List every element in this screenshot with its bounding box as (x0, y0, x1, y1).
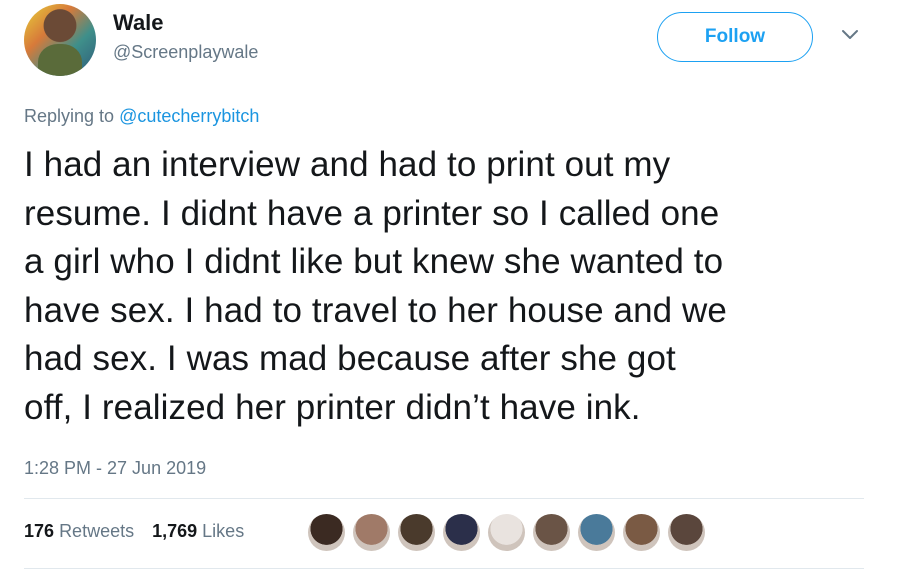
liker-avatar[interactable] (623, 514, 660, 551)
chevron-down-icon[interactable] (840, 28, 860, 42)
tweet-text-line: have sex. I had to travel to her house a… (24, 290, 727, 330)
liker-avatar[interactable] (533, 514, 570, 551)
liker-avatar[interactable] (578, 514, 615, 551)
likes-count: 1,769 (152, 521, 198, 541)
follow-button[interactable]: Follow (657, 12, 813, 62)
replying-to-label: Replying to (24, 106, 115, 126)
divider (24, 498, 864, 499)
tweet-text-line: resume. I didnt have a printer so I call… (24, 193, 720, 233)
reply-mention-link[interactable]: @cutecherrybitch (119, 106, 259, 126)
liker-avatar[interactable] (398, 514, 435, 551)
likes-label: Likes (202, 521, 245, 541)
author-handle[interactable]: @Screenplaywale (113, 42, 258, 63)
liker-avatar[interactable] (488, 514, 525, 551)
retweets-stat[interactable]: 176 Retweets (24, 521, 134, 542)
retweets-label: Retweets (59, 521, 135, 541)
author-name[interactable]: Wale (113, 10, 164, 36)
liker-avatar[interactable] (668, 514, 705, 551)
tweet-stats: 176 Retweets 1,769 Likes (24, 521, 244, 542)
retweets-count: 176 (24, 521, 55, 541)
avatar-figure (38, 44, 82, 76)
liker-avatars (308, 514, 705, 551)
tweet-text: I had an interview and had to print out … (24, 141, 874, 432)
divider (24, 568, 864, 569)
liker-avatar[interactable] (443, 514, 480, 551)
liker-avatar[interactable] (353, 514, 390, 551)
tweet-timestamp[interactable]: 1:28 PM - 27 Jun 2019 (24, 458, 206, 479)
tweet-text-line: had sex. I was mad because after she got (24, 339, 676, 378)
replying-to: Replying to @cutecherrybitch (24, 106, 259, 127)
author-avatar[interactable] (24, 4, 96, 76)
likes-stat[interactable]: 1,769 Likes (152, 521, 244, 542)
tweet-text-line: I had an interview and had to print out … (24, 145, 671, 184)
tweet-text-line: off, I realized her printer didn’t have … (24, 387, 641, 427)
tweet-text-line: a girl who I didnt like but knew she wan… (24, 242, 724, 281)
liker-avatar[interactable] (308, 514, 345, 551)
